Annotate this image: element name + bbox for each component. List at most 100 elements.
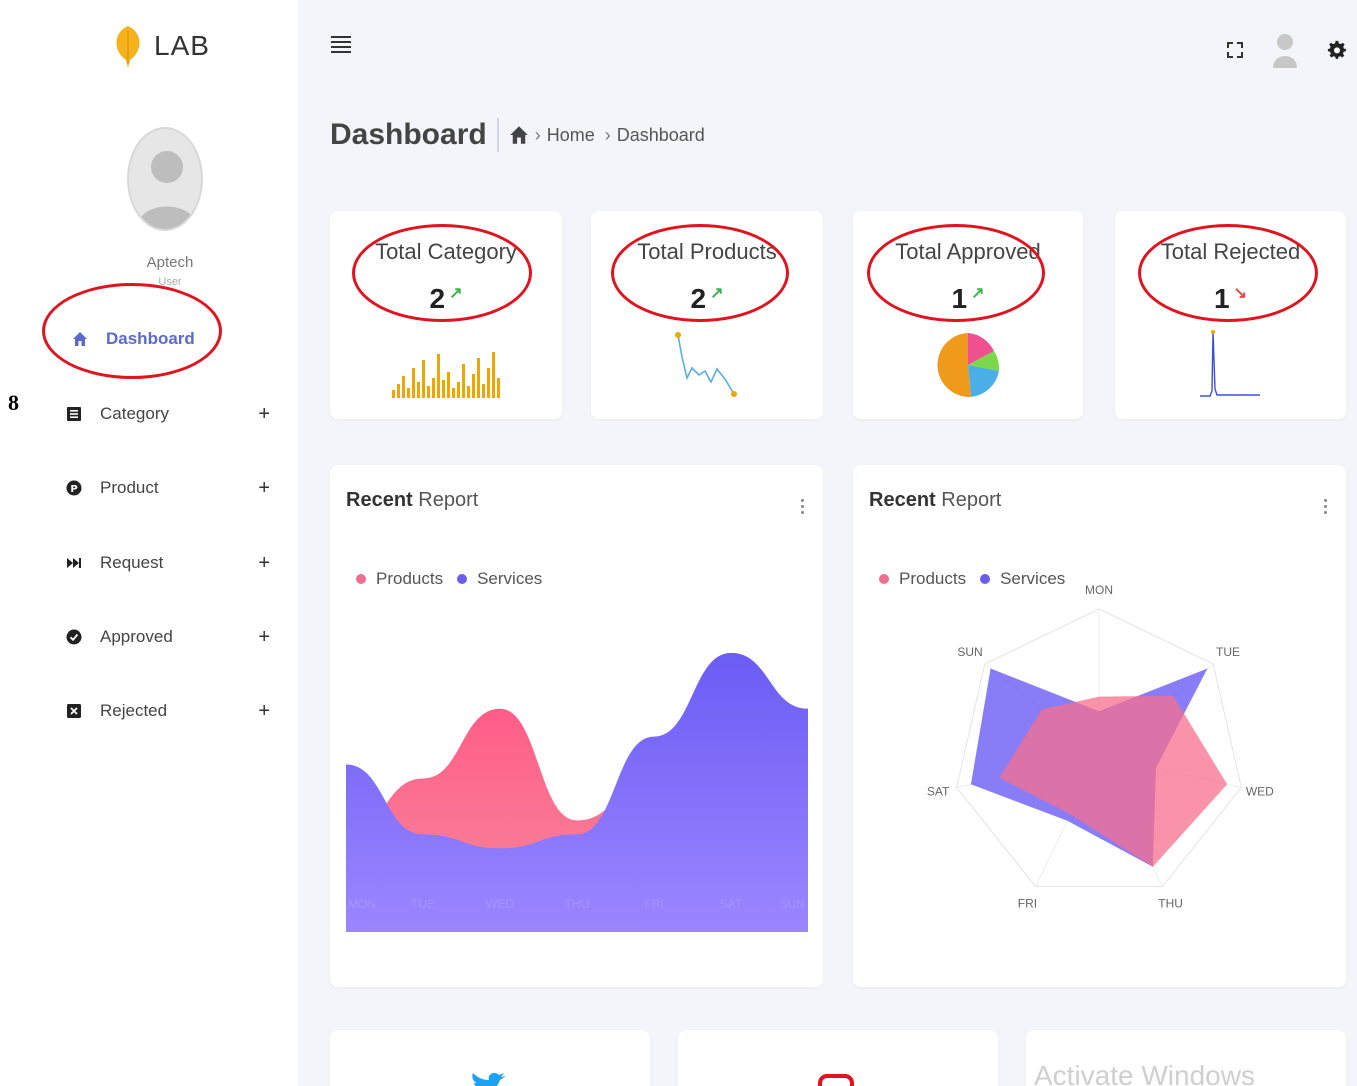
radar-axis-label: FRI — [1018, 897, 1037, 911]
stat-card-approved[interactable]: Total Approved 1 ↗ — [853, 211, 1083, 419]
sparkline-bar — [437, 354, 440, 398]
x-tick-label: SAT — [720, 897, 743, 911]
social-card-third[interactable]: Activate Windows — [1026, 1030, 1346, 1086]
sparkline-bar — [442, 380, 445, 398]
sidebar-item-rejected[interactable]: Rejected + — [66, 696, 280, 726]
stat-card-category[interactable]: Total Category 2 ↗ — [330, 211, 562, 419]
social-card-twitter[interactable] — [330, 1030, 650, 1086]
sidebar-item-label: Dashboard — [106, 329, 195, 348]
main-content: Dashboard › Home › Dashboard Total Categ… — [298, 0, 1357, 1086]
sidebar-item-category[interactable]: Category + — [66, 399, 280, 429]
sparkline-bar — [432, 378, 435, 398]
sparkline-bar — [477, 358, 480, 398]
radar-axis-label: WED — [1246, 785, 1274, 799]
sparkline-bar — [417, 382, 420, 398]
check-circle-icon — [66, 629, 82, 645]
home-icon[interactable] — [509, 125, 529, 145]
radar-axis-label: SAT — [927, 785, 950, 799]
breadcrumb-home-link[interactable]: Home — [547, 125, 595, 146]
breadcrumb-separator: › — [534, 124, 541, 145]
leaf-logo-icon — [116, 26, 140, 68]
sparkline-bar — [447, 372, 450, 398]
close-square-icon — [66, 703, 82, 719]
sparkline-bar — [402, 376, 405, 398]
sparkline-bar — [462, 364, 465, 398]
sparkline-bar — [392, 390, 395, 398]
sidebar-item-label: Rejected — [100, 701, 168, 720]
user-name: Aptech — [146, 254, 194, 271]
margin-number: 8 — [8, 390, 19, 415]
social-card-youtube[interactable] — [678, 1030, 998, 1086]
x-tick-label: FRI — [644, 897, 663, 911]
annotation-ring — [867, 224, 1045, 322]
stat-card-rejected[interactable]: Total Rejected 1 ↘ — [1115, 211, 1346, 419]
sidebar-item-dashboard[interactable]: Dashboard — [72, 324, 286, 354]
user-avatar-icon[interactable] — [1271, 30, 1299, 70]
radar-axis-label: MON — [1085, 583, 1113, 597]
video-play-icon — [818, 1074, 854, 1086]
sidebar-item-approved[interactable]: Approved + — [66, 622, 280, 652]
logo-text: LAB — [154, 30, 210, 61]
sparkline-bar — [422, 360, 425, 398]
fullscreen-icon[interactable] — [1225, 40, 1245, 60]
user-avatar[interactable] — [127, 127, 203, 231]
logo[interactable]: LAB — [112, 24, 210, 68]
topbar-actions — [1225, 30, 1357, 70]
sparkline-bar — [427, 386, 430, 398]
expand-plus-icon[interactable]: + — [258, 626, 270, 649]
title-row: Dashboard › Home › Dashboard — [330, 118, 705, 152]
home-icon — [72, 331, 88, 347]
sidebar-item-label: Product — [100, 478, 159, 497]
recent-report-area-card: Recent Report Products Services MON TUE WE… — [330, 465, 823, 987]
sparkline-bar — [397, 384, 400, 398]
expand-plus-icon[interactable]: + — [258, 552, 270, 575]
page: 8 LAB Aptech User Dashboard Category + P… — [0, 0, 1357, 1086]
sparkline-bar — [412, 368, 415, 398]
sidebar: 8 LAB Aptech User Dashboard Category + P… — [0, 0, 298, 1086]
hamburger-menu-icon[interactable] — [331, 36, 351, 54]
x-tick-label: TUE — [411, 897, 435, 911]
annotation-ring — [611, 224, 789, 322]
topbar — [298, 0, 1357, 90]
annotation-ring — [1138, 224, 1318, 322]
page-title: Dashboard — [330, 118, 499, 152]
radar-axis-label: TUE — [1216, 645, 1240, 659]
list-icon — [66, 406, 82, 422]
sidebar-item-product[interactable]: P Product + — [66, 473, 280, 503]
fast-forward-icon — [66, 555, 82, 571]
radar-axis-label: THU — [1158, 897, 1183, 911]
x-tick-label: WED — [486, 897, 514, 911]
svg-text:P: P — [70, 484, 77, 495]
radar-chart: MON TUE WED THU FRI SAT SUN — [927, 583, 1274, 911]
sidebar-item-label: Approved — [100, 627, 173, 646]
breadcrumb-current: Dashboard — [616, 124, 705, 145]
sparkline-bar — [487, 368, 490, 398]
sparkline-bar — [472, 374, 475, 398]
activate-windows-watermark: Activate Windows — [1034, 1060, 1255, 1086]
sparkline-bar — [467, 386, 470, 398]
x-tick-label: MON — [348, 897, 376, 911]
stat-card-products[interactable]: Total Products 2 ↗ — [591, 211, 823, 419]
twitter-icon — [472, 1072, 506, 1086]
breadcrumb: › Home › Dashboard — [509, 125, 705, 146]
x-tick-label: THU — [565, 897, 590, 911]
expand-plus-icon[interactable]: + — [258, 403, 270, 426]
area-chart: MON TUE WED THU FRI SAT SUN — [346, 652, 808, 932]
sparkline-bar — [457, 382, 460, 398]
sidebar-item-label: Request — [100, 553, 164, 572]
expand-plus-icon[interactable]: + — [258, 700, 270, 723]
annotation-ring — [352, 224, 532, 322]
sparkline-bar — [497, 378, 500, 398]
sparkline-bar — [482, 384, 485, 398]
breadcrumb-separator: › — [604, 124, 611, 145]
product-p-icon: P — [66, 480, 82, 496]
sidebar-item-request[interactable]: Request + — [66, 548, 280, 578]
recent-report-radar-card: Recent Report Products Services MON TUE WE… — [853, 465, 1346, 987]
sparkline-bar — [407, 388, 410, 398]
sidebar-item-label: Category — [100, 404, 169, 423]
gear-icon[interactable] — [1327, 40, 1347, 60]
expand-plus-icon[interactable]: + — [258, 477, 270, 500]
radar-axis-label: SUN — [957, 645, 982, 659]
sparkline-bar — [492, 352, 495, 398]
x-tick-label: SUN — [779, 897, 804, 911]
